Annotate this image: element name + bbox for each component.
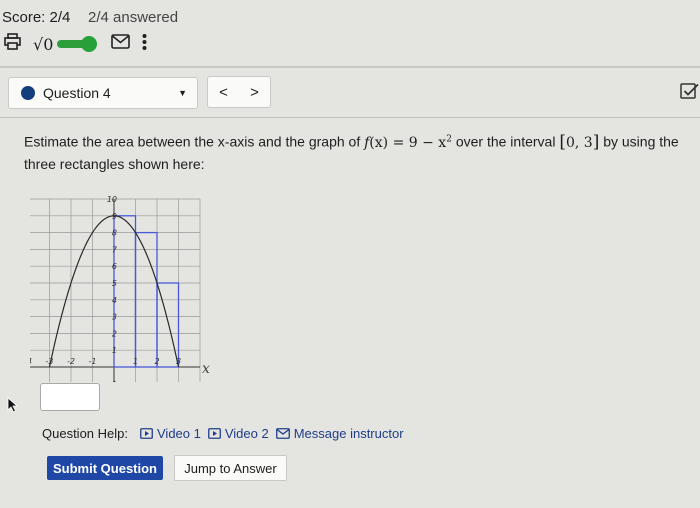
interval: [0, 3] bbox=[559, 131, 600, 152]
question-prefix: Estimate the area between the x-axis and… bbox=[24, 133, 361, 150]
message-instructor-link[interactable]: Message instructor bbox=[275, 426, 404, 441]
mail-icon bbox=[275, 428, 290, 439]
function-exponent: 2 bbox=[446, 134, 452, 144]
function-arg: (x) bbox=[369, 134, 389, 151]
question-line2: three rectangles shown here: bbox=[24, 155, 205, 172]
question-selector[interactable]: Question 4 ▼ bbox=[8, 77, 198, 109]
question-nav: < > bbox=[207, 76, 271, 108]
math-view-label: √0 bbox=[33, 34, 54, 54]
checklist-icon[interactable] bbox=[680, 82, 700, 105]
interval-values: 0, 3 bbox=[565, 134, 593, 151]
submit-question-button[interactable]: Submit Question bbox=[47, 456, 163, 480]
question-selector-label: Question 4 bbox=[43, 85, 111, 101]
x-tick-label: -3 bbox=[46, 357, 54, 366]
x-tick-label: 2 bbox=[154, 357, 159, 366]
score-text: Score: 2/4 bbox=[2, 9, 71, 26]
x-tick-label: -1 bbox=[89, 357, 97, 366]
more-options-icon[interactable] bbox=[142, 33, 147, 56]
video-1-label: Video 1 bbox=[157, 426, 201, 441]
x-tick-label: -2 bbox=[67, 357, 75, 366]
y-tick-label: 3 bbox=[112, 313, 117, 322]
video-icon bbox=[207, 428, 221, 439]
approximation-rectangle bbox=[113, 215, 137, 368]
mail-icon[interactable] bbox=[111, 34, 131, 54]
y-tick-label: 8 bbox=[112, 229, 117, 238]
x-tick-label: 1 bbox=[133, 357, 138, 366]
y-tick-label: 7 bbox=[112, 245, 118, 254]
y-tick-label: 6 bbox=[112, 262, 117, 271]
x-tick-label: -4 bbox=[30, 357, 32, 366]
math-view-toggle[interactable] bbox=[57, 36, 98, 52]
video-2-link[interactable]: Video 2 bbox=[207, 426, 269, 441]
x-tick-label: 3 bbox=[176, 357, 181, 366]
question-middle: over the interval bbox=[455, 133, 556, 150]
y-tick-label: 9 bbox=[112, 212, 117, 221]
message-instructor-label: Message instructor bbox=[293, 426, 404, 441]
y-tick-label: -1 bbox=[109, 380, 117, 382]
answer-input[interactable] bbox=[40, 383, 100, 411]
video-icon bbox=[140, 428, 153, 439]
video-2-label: Video 2 bbox=[224, 426, 269, 441]
mouse-cursor-icon bbox=[6, 397, 20, 418]
y-tick-label: 5 bbox=[112, 279, 117, 288]
function-rhs: = 9 − x bbox=[388, 134, 447, 151]
x-axis-label: x bbox=[202, 361, 210, 377]
next-question-button[interactable]: > bbox=[250, 84, 259, 101]
answered-count: 2/4 answered bbox=[88, 9, 179, 26]
divider bbox=[0, 66, 700, 68]
question-help-label: Question Help: bbox=[42, 426, 128, 441]
previous-question-button[interactable]: < bbox=[219, 84, 228, 101]
y-tick-label: 1 bbox=[112, 346, 117, 355]
y-tick-label: 10 bbox=[107, 195, 117, 204]
caret-down-icon: ▼ bbox=[178, 88, 187, 98]
question-help: Question Help: Video 1 Video 2 Message i… bbox=[42, 426, 404, 441]
video-1-link[interactable]: Video 1 bbox=[140, 426, 201, 441]
toolbar: √0 bbox=[4, 32, 147, 56]
y-tick-label: 4 bbox=[112, 296, 117, 305]
y-tick-label: 2 bbox=[112, 329, 117, 338]
divider bbox=[0, 117, 700, 118]
question-suffix: by using the bbox=[603, 133, 679, 150]
function-expression: f(x) = 9 − x2 bbox=[364, 134, 452, 151]
graph: -4 -3 -2 -1 1 2 3 -1 1 2 3 4 5 6 7 8 9 10 x bbox=[30, 195, 210, 382]
question-text: Estimate the area between the x-axis and… bbox=[24, 129, 700, 175]
status-dot-icon bbox=[21, 86, 35, 100]
print-icon[interactable] bbox=[4, 33, 21, 55]
jump-to-answer-button[interactable]: Jump to Answer bbox=[174, 455, 287, 481]
